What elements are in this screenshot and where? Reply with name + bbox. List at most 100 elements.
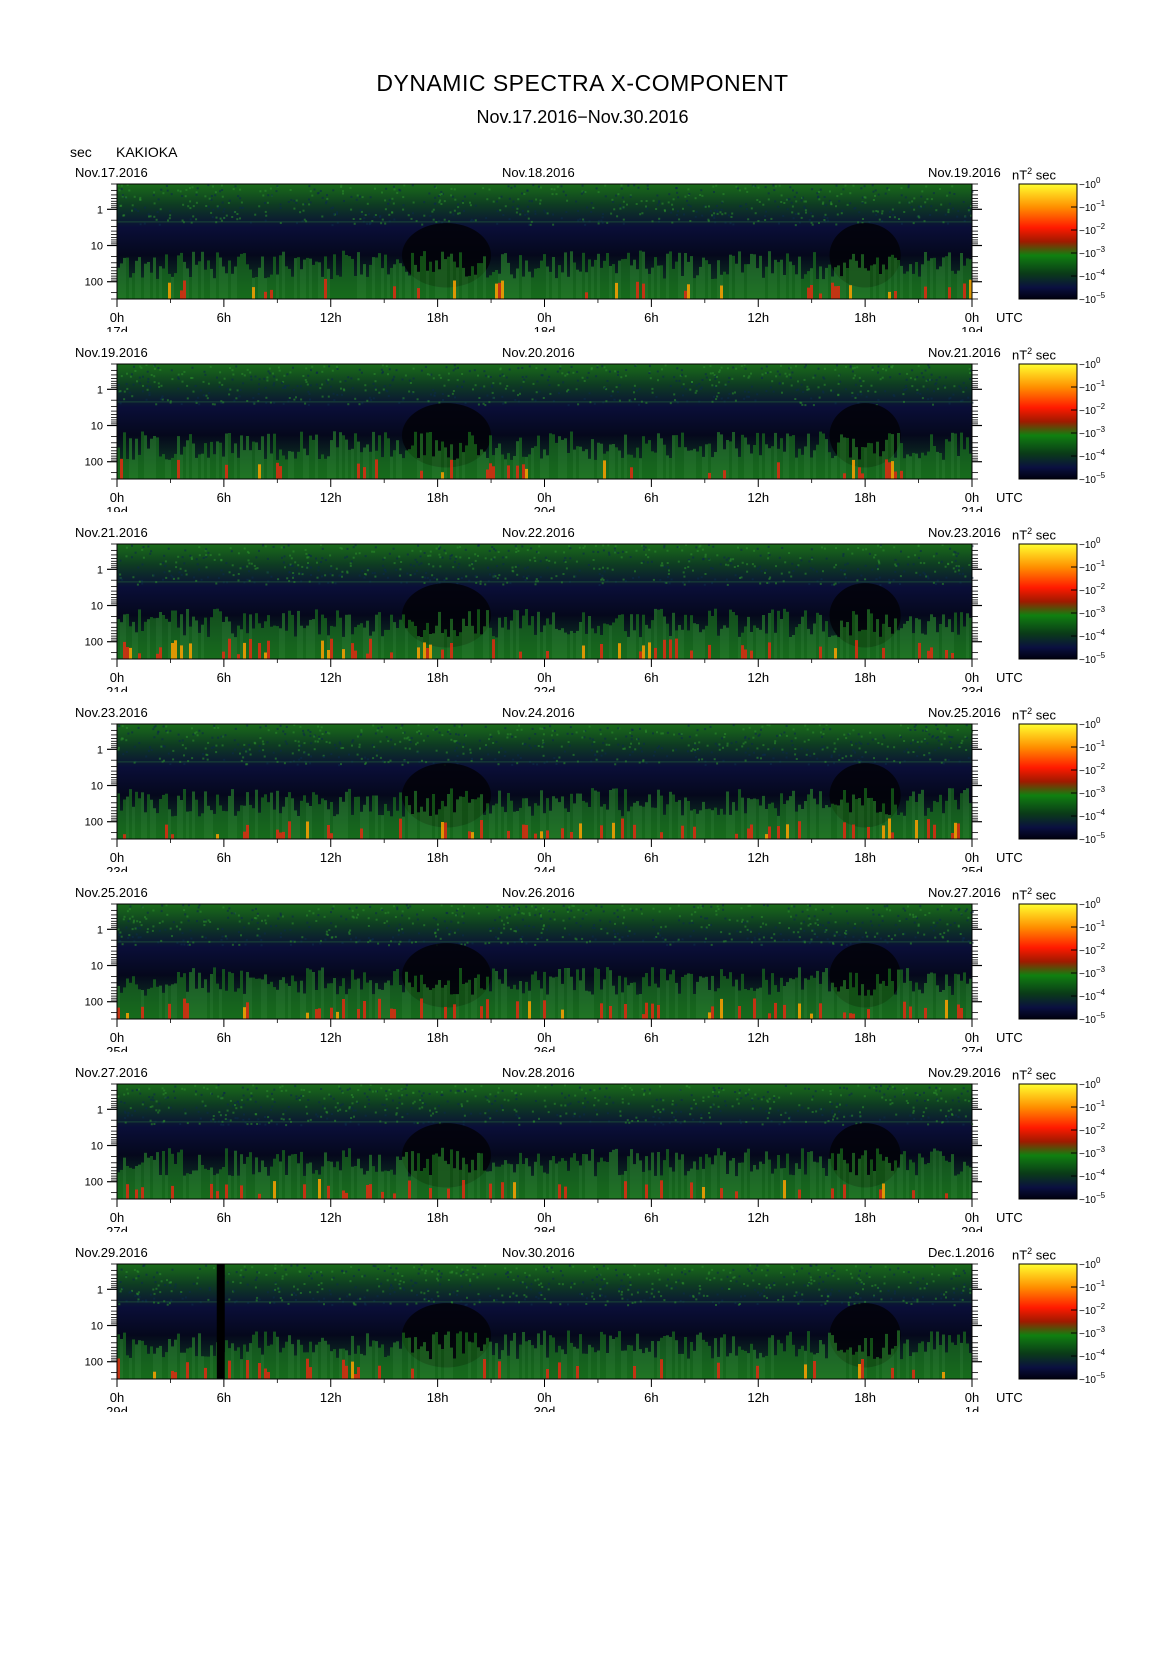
colorbar-tick-label: −10−1 xyxy=(1079,739,1106,754)
spectrogram-svg: 1 10 100 0h 6h 12h 18h 0h 6h 12h 18h 0h UTC 21d 22d 23d… xyxy=(85,536,1106,692)
y-tick-label: 1 xyxy=(97,1284,103,1296)
colorbar-tick-label: −10−5 xyxy=(1079,1011,1106,1026)
colorbar-tick-label: −10−2 xyxy=(1079,582,1106,597)
colorbar xyxy=(1018,183,1078,300)
x-tick-label: 18h xyxy=(427,1390,449,1405)
spectrogram-svg: 1 10 100 0h 6h 12h 18h 0h 6h 12h 18h 0h UTC 23d 24d 25d… xyxy=(85,716,1106,872)
y-tick-label: 10 xyxy=(91,961,103,973)
y-tick-label: 100 xyxy=(85,637,103,649)
spectrogram-svg: 1 10 100 0h 6h 12h 18h 0h 6h 12h 18h 0h UTC 19d 20d 21d… xyxy=(85,356,1106,512)
spectra-panel: Nov.25.2016 Nov.26.2016 Nov.27.2016 nT2 sec… xyxy=(0,872,1165,1053)
x-axis-label: UTC xyxy=(996,490,1023,505)
colorbar xyxy=(1018,723,1078,840)
x-tick-label: 6h xyxy=(644,850,658,865)
x-tick-label: 18h xyxy=(427,670,449,685)
colorbar-tick-label: −10−4 xyxy=(1079,628,1106,643)
x-tick-label: 6h xyxy=(217,850,231,865)
chart-subtitle: Nov.17.2016−Nov.30.2016 xyxy=(476,107,689,127)
colorbar xyxy=(1018,1263,1078,1380)
colorbar-tick-label: −100 xyxy=(1079,176,1101,191)
colorbar-tick-label: −100 xyxy=(1079,1256,1101,1271)
x-tick-label: 12h xyxy=(747,1030,769,1045)
x-axis-label: UTC xyxy=(996,1390,1023,1405)
x-tick-label: 12h xyxy=(747,1210,769,1225)
colorbar-tick-label: −100 xyxy=(1079,716,1101,731)
x-tick-label: 12h xyxy=(320,850,342,865)
colorbar-tick-label: −10−2 xyxy=(1079,762,1106,777)
spectra-panel: Nov.23.2016 Nov.24.2016 Nov.25.2016 nT2 sec… xyxy=(0,692,1165,873)
y-tick-label: 1 xyxy=(97,384,103,396)
y-tick-label: 1 xyxy=(97,1104,103,1116)
x-tick-label: 0h xyxy=(110,490,124,505)
day-label: 20d xyxy=(534,504,556,512)
x-tick-label: 18h xyxy=(854,670,876,685)
x-tick-label: 0h xyxy=(110,850,124,865)
colorbar-tick-label: −10−5 xyxy=(1079,1191,1106,1206)
y-tick-label: 10 xyxy=(91,601,103,613)
colorbar-tick-label: −10−2 xyxy=(1079,222,1106,237)
day-label: 22d xyxy=(534,684,556,692)
x-tick-label: 18h xyxy=(854,1030,876,1045)
colorbar-tick-label: −10−1 xyxy=(1079,379,1106,394)
y-tick-label: 1 xyxy=(97,744,103,756)
x-tick-label: 12h xyxy=(747,850,769,865)
spectra-panel: Nov.27.2016 Nov.28.2016 Nov.29.2016 nT2 sec… xyxy=(0,1052,1165,1233)
x-tick-label: 18h xyxy=(427,490,449,505)
colorbar-tick-label: −10−4 xyxy=(1079,1348,1106,1363)
colorbar xyxy=(1018,1083,1078,1200)
x-tick-label: 0h xyxy=(965,850,979,865)
x-tick-label: 12h xyxy=(320,490,342,505)
y-tick-label: 100 xyxy=(85,997,103,1009)
day-label: 27d xyxy=(961,1044,983,1052)
colorbar-tick-label: −10−3 xyxy=(1079,785,1106,800)
x-tick-label: 0h xyxy=(537,1210,551,1225)
colorbar-tick-label: −100 xyxy=(1079,1076,1101,1091)
day-label: 29d xyxy=(106,1404,128,1412)
y-tick-label: 100 xyxy=(85,1357,103,1369)
spectra-panel: Nov.29.2016 Nov.30.2016 Dec.1.2016 nT2 sec 1… xyxy=(0,1232,1165,1413)
y-tick-label: 100 xyxy=(85,277,103,289)
x-tick-label: 6h xyxy=(217,310,231,325)
colorbar-tick-label: −10−4 xyxy=(1079,448,1106,463)
colorbar-tick-label: −10−2 xyxy=(1079,402,1106,417)
spectrogram-svg: 1 10 100 0h 6h 12h 18h 0h 6h 12h 18h 0h UTC 27d 28d 29d… xyxy=(85,1076,1106,1232)
colorbar-tick-label: −10−1 xyxy=(1079,199,1106,214)
day-label: 24d xyxy=(534,864,556,872)
colorbar-tick-label: −10−2 xyxy=(1079,942,1106,957)
colorbar-tick-label: −10−2 xyxy=(1079,1302,1106,1317)
colorbar xyxy=(1018,903,1078,1020)
x-tick-label: 12h xyxy=(747,310,769,325)
y-tick-label: 100 xyxy=(85,457,103,469)
spectrogram-svg: 1 10 100 0h 6h 12h 18h 0h 6h 12h 18h 0h UTC 25d 26d 27d… xyxy=(85,896,1106,1052)
x-tick-label: 0h xyxy=(110,1030,124,1045)
day-label: 21d xyxy=(106,684,128,692)
colorbar-tick-label: −10−5 xyxy=(1079,291,1106,306)
colorbar-tick-label: −100 xyxy=(1079,536,1101,551)
y-tick-label: 10 xyxy=(91,421,103,433)
x-tick-label: 6h xyxy=(644,310,658,325)
x-tick-label: 6h xyxy=(644,1030,658,1045)
y-tick-label: 10 xyxy=(91,1141,103,1153)
day-label: 19d xyxy=(106,504,128,512)
x-tick-label: 0h xyxy=(537,310,551,325)
day-label: 28d xyxy=(534,1224,556,1232)
x-tick-label: 12h xyxy=(320,1390,342,1405)
y-tick-label: 100 xyxy=(85,1177,103,1189)
day-label: 21d xyxy=(961,504,983,512)
colorbar-tick-label: −10−3 xyxy=(1079,245,1106,260)
x-tick-label: 18h xyxy=(427,310,449,325)
colorbar-tick-label: −10−5 xyxy=(1079,651,1106,666)
day-label: 25d xyxy=(106,1044,128,1052)
y-tick-label: 10 xyxy=(91,1321,103,1333)
x-tick-label: 12h xyxy=(747,670,769,685)
x-tick-label: 18h xyxy=(854,310,876,325)
day-label: 19d xyxy=(961,324,983,332)
day-label: 23d xyxy=(106,864,128,872)
x-tick-label: 18h xyxy=(854,490,876,505)
colorbar xyxy=(1018,543,1078,660)
day-label: 1d xyxy=(965,1404,979,1412)
x-tick-label: 18h xyxy=(427,850,449,865)
y-tick-label: 1 xyxy=(97,924,103,936)
x-tick-label: 6h xyxy=(217,1210,231,1225)
x-tick-label: 0h xyxy=(965,1390,979,1405)
